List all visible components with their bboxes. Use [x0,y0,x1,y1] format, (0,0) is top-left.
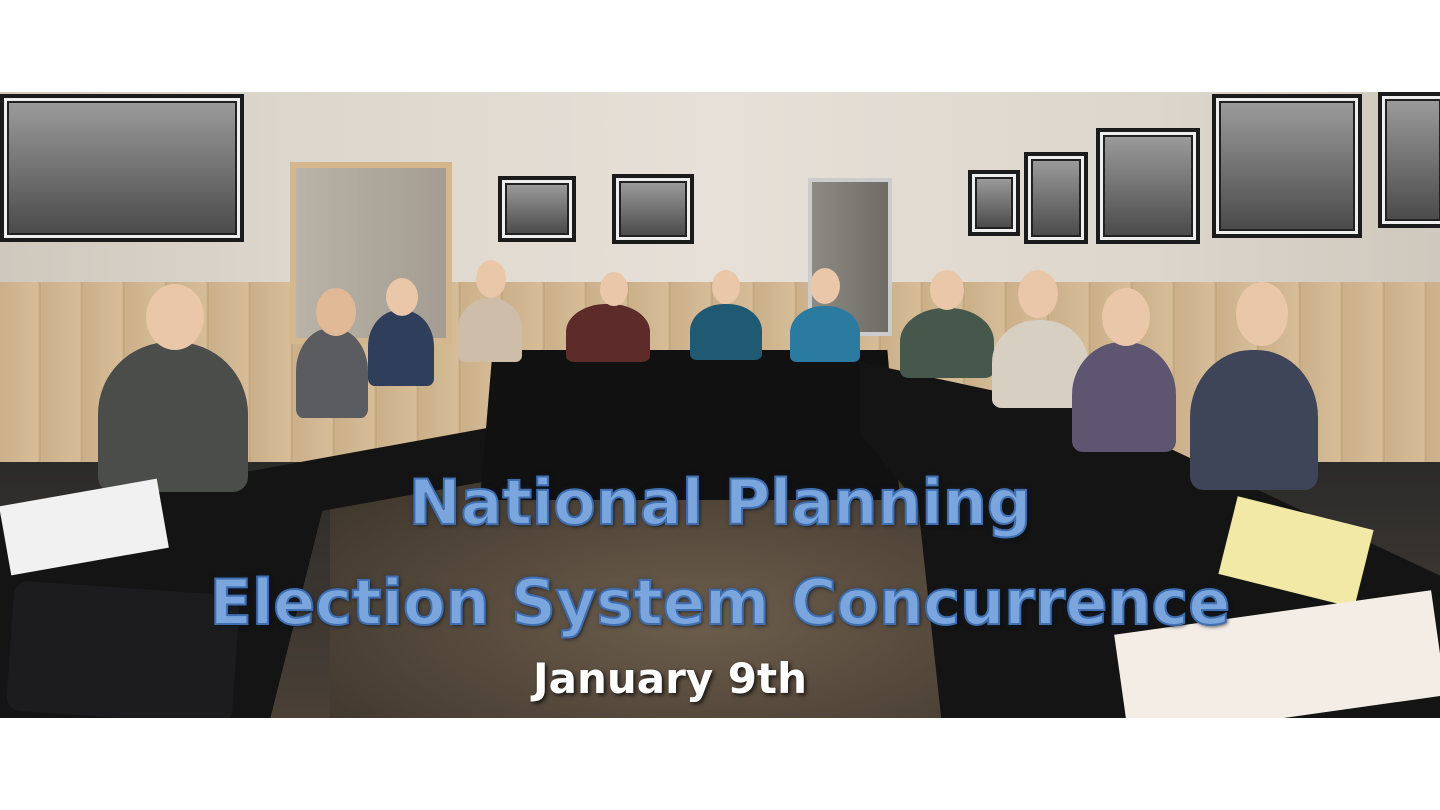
person [790,306,860,362]
person [368,310,434,386]
person-head [712,270,740,304]
person-head [810,268,840,304]
framed-photo [1024,152,1088,244]
framed-photo [1212,94,1362,238]
date-label: January 9th [532,654,808,703]
person [1072,342,1176,452]
person [458,298,522,362]
person [900,308,994,378]
title-line-2: Election System Concurrence [209,565,1232,640]
framed-photo [498,176,576,242]
person-head [316,288,356,336]
framed-photo [612,174,694,244]
door [290,162,452,344]
framed-photo [1378,92,1440,228]
person [690,304,762,360]
person-head [386,278,418,316]
person-head [146,284,204,350]
framed-photo [968,170,1020,236]
framed-photo [1096,128,1200,244]
person-head [1102,288,1150,346]
title-line-1: National Planning [408,465,1033,540]
person [296,328,368,418]
framed-photo [0,94,244,242]
person-head [1018,270,1058,318]
person [566,304,650,362]
slide: National Planning Election System Concur… [0,0,1440,810]
person-head [600,272,628,306]
person-head [930,270,964,310]
person-head [476,260,506,298]
person-head [1236,282,1288,346]
